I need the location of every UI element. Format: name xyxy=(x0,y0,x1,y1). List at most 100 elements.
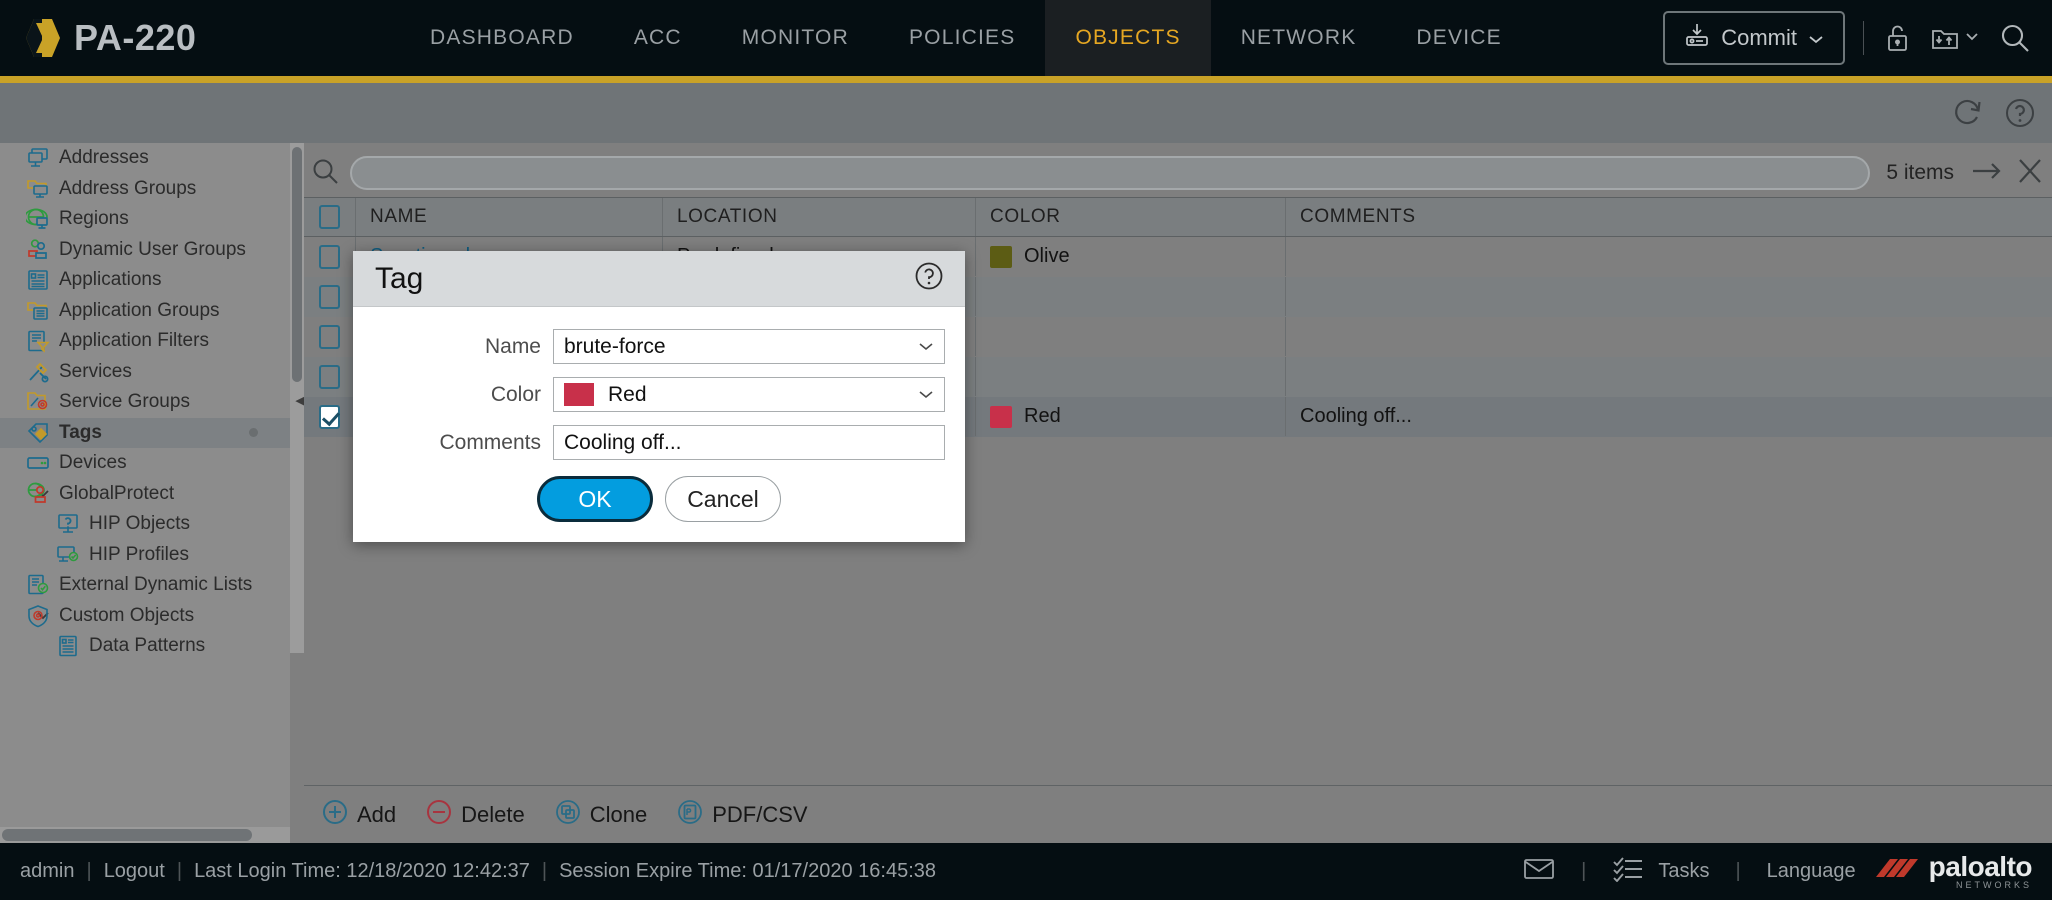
column-header-color[interactable]: COLOR xyxy=(976,198,1286,236)
clone-button[interactable]: Clone xyxy=(555,799,647,831)
name-field[interactable] xyxy=(553,329,945,364)
color-swatch xyxy=(990,405,1012,428)
column-header-location[interactable]: LOCATION xyxy=(663,198,976,236)
app-root: PA-220 DASHBOARD ACC MONITOR POLICIES OB… xyxy=(0,0,2052,900)
config-save-icon[interactable] xyxy=(1930,23,1980,53)
row-select-cell[interactable] xyxy=(304,237,356,276)
sidebar-item-devices[interactable]: Devices xyxy=(0,448,290,479)
sidebar-item-label: GlobalProtect xyxy=(59,482,175,504)
select-all-checkbox[interactable] xyxy=(319,205,340,229)
sidebar-item-applications[interactable]: Applications xyxy=(0,265,290,296)
row-checkbox[interactable] xyxy=(319,364,340,389)
search-input[interactable] xyxy=(350,156,1871,190)
help-circle-icon[interactable] xyxy=(913,260,945,297)
dialog-title: Tag xyxy=(375,261,424,295)
session-expire-time: Session Expire Time: 01/17/2020 16:45:38 xyxy=(559,860,936,882)
sidebar-item-label: Devices xyxy=(59,452,127,474)
tab-acc[interactable]: ACC xyxy=(604,0,712,76)
tab-objects[interactable]: OBJECTS xyxy=(1045,0,1211,76)
row-checkbox[interactable] xyxy=(319,284,340,309)
tasks-label[interactable]: Tasks xyxy=(1658,860,1709,883)
sidebar-item-services[interactable]: Services xyxy=(0,357,290,388)
sidebar-item-application-groups[interactable]: Application Groups xyxy=(0,296,290,327)
tab-network[interactable]: NETWORK xyxy=(1211,0,1387,76)
column-header-comments[interactable]: COMMENTS xyxy=(1286,198,2052,236)
pdf-csv-button[interactable]: PDF/CSV xyxy=(677,799,808,831)
row-checkbox[interactable] xyxy=(319,324,340,349)
color-swatch xyxy=(564,383,594,406)
arrow-right-icon[interactable] xyxy=(1970,158,2004,189)
sidebar-item-address-groups[interactable]: Address Groups xyxy=(0,174,290,205)
search-icon xyxy=(310,156,340,191)
sidebar-item-application-filters[interactable]: Application Filters xyxy=(0,326,290,357)
column-header-name[interactable]: NAME xyxy=(356,198,663,236)
row-select-cell[interactable] xyxy=(304,277,356,316)
dynamic-user-groups-icon xyxy=(26,238,50,262)
cell-comments xyxy=(1286,357,2052,396)
row-select-cell[interactable] xyxy=(304,317,356,356)
cell-color: Olive xyxy=(976,237,1286,276)
commit-button[interactable]: Commit xyxy=(1663,11,1845,65)
footer-right-actions: | Tasks | Language paloalto NETWORKS xyxy=(1523,853,2033,890)
chevron-down-icon[interactable] xyxy=(916,335,936,359)
select-all-cell[interactable] xyxy=(304,198,356,236)
hip-objects-icon xyxy=(56,512,80,536)
tag-edit-dialog: Tag Name Color xyxy=(353,251,965,542)
cancel-button[interactable]: Cancel xyxy=(665,476,781,522)
delete-label: Delete xyxy=(461,801,525,827)
sidebar-item-dynamic-user-groups[interactable]: Dynamic User Groups xyxy=(0,235,290,266)
current-user-label: admin xyxy=(20,860,75,882)
row-select-cell[interactable] xyxy=(304,397,356,436)
cell-comments xyxy=(1286,237,2052,276)
sub-toolbar xyxy=(0,83,2052,143)
last-login-time: Last Login Time: 12/18/2020 12:42:37 xyxy=(194,860,530,882)
sidebar-item-tags[interactable]: Tags xyxy=(0,417,290,448)
sidebar-item-label: HIP Objects xyxy=(89,513,191,535)
delete-button[interactable]: Delete xyxy=(426,799,525,831)
close-x-icon[interactable] xyxy=(2014,156,2046,191)
sidebar-item-label: Services xyxy=(59,360,132,382)
refresh-icon[interactable] xyxy=(1950,98,1984,128)
address-groups-icon xyxy=(26,177,50,201)
ok-button[interactable]: OK xyxy=(537,476,653,522)
tab-monitor[interactable]: MONITOR xyxy=(712,0,879,76)
search-icon[interactable] xyxy=(1998,21,2032,55)
applications-icon xyxy=(26,268,50,292)
tasks-list-icon[interactable] xyxy=(1612,856,1644,888)
sidebar-item-custom-objects[interactable]: Custom Objects xyxy=(0,601,290,632)
language-link[interactable]: Language xyxy=(1767,860,1856,883)
sidebar-item-service-groups[interactable]: Service Groups xyxy=(0,387,290,418)
row-checkbox[interactable] xyxy=(319,404,340,429)
sidebar-item-label: Service Groups xyxy=(59,391,190,413)
sidebar-item-external-dynamic-lists[interactable]: External Dynamic Lists xyxy=(0,570,290,601)
chevron-down-icon[interactable] xyxy=(916,383,936,407)
sidebar-item-regions[interactable]: Regions xyxy=(0,204,290,235)
services-icon xyxy=(26,360,50,384)
name-input[interactable] xyxy=(564,334,916,359)
sidebar-item-addresses[interactable]: Addresses xyxy=(0,143,290,174)
devices-icon xyxy=(26,451,50,475)
row-select-cell[interactable] xyxy=(304,357,356,396)
comments-input[interactable] xyxy=(564,430,936,455)
sidebar-item-globalprotect[interactable]: GlobalProtect xyxy=(0,479,290,510)
pdf-csv-label: PDF/CSV xyxy=(712,801,808,827)
comments-field[interactable] xyxy=(553,425,945,460)
tab-dashboard[interactable]: DASHBOARD xyxy=(400,0,604,76)
add-button[interactable]: Add xyxy=(322,799,396,831)
envelope-icon[interactable] xyxy=(1523,857,1555,887)
chevron-down-icon xyxy=(1807,25,1825,51)
row-checkbox[interactable] xyxy=(319,244,340,269)
sidebar-horizontal-scrollbar[interactable] xyxy=(0,827,290,843)
sidebar-item-hip-objects[interactable]: HIP Objects xyxy=(0,509,290,540)
tab-policies[interactable]: POLICIES xyxy=(879,0,1045,76)
scrollbar-thumb[interactable] xyxy=(292,147,302,382)
tab-device[interactable]: DEVICE xyxy=(1386,0,1531,76)
help-circle-icon[interactable] xyxy=(2004,97,2036,129)
sidebar-item-hip-profiles[interactable]: HIP Profiles xyxy=(0,540,290,571)
logout-link[interactable]: Logout xyxy=(104,860,165,883)
search-toolbar: 5 items xyxy=(304,149,2052,197)
unlock-icon[interactable] xyxy=(1882,22,1912,54)
color-select[interactable]: Red xyxy=(553,377,945,412)
external-dynamic-lists-icon xyxy=(26,573,50,597)
sidebar-item-data-patterns[interactable]: Data Patterns xyxy=(0,631,290,662)
